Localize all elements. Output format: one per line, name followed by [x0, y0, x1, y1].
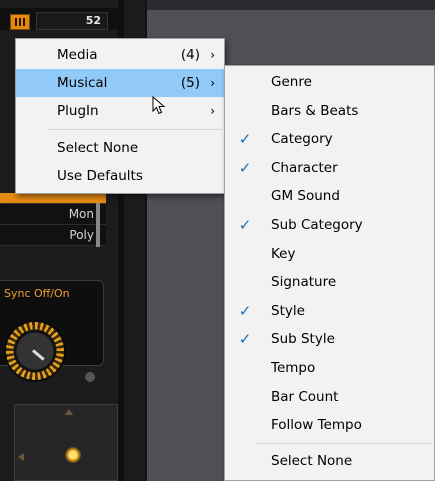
- checkmark-icon: ✓: [238, 130, 252, 149]
- context-menu: Media (4) › Musical (5) › PlugIn › Selec…: [15, 38, 225, 194]
- counter-display: 52: [36, 12, 108, 30]
- sync-label[interactable]: Sync Off/On: [4, 287, 70, 300]
- submenu-item-sub-category[interactable]: ✓ Sub Category: [225, 211, 434, 240]
- submenu-item-label: Tempo: [271, 359, 316, 376]
- led-indicator: [85, 372, 95, 382]
- menu-item-label: Use Defaults: [57, 168, 143, 184]
- menu-bars-icon[interactable]: [10, 14, 30, 30]
- mode-item-poly[interactable]: Poly: [0, 225, 106, 246]
- checkmark-icon: ✓: [238, 215, 252, 234]
- submenu-item-signature[interactable]: Signature: [225, 268, 434, 297]
- submenu-item-character[interactable]: ✓ Character: [225, 154, 434, 183]
- selected-mode-bar: [0, 193, 106, 203]
- submenu-item-label: Style: [271, 302, 305, 319]
- menu-item-musical[interactable]: Musical (5) ›: [16, 69, 224, 97]
- submenu-item-tempo[interactable]: Tempo: [225, 354, 434, 383]
- submenu-item-label: Select None: [271, 452, 353, 469]
- submenu-item-label: Sub Style: [271, 331, 335, 348]
- chevron-right-icon: ›: [210, 48, 215, 62]
- submenu-item-style[interactable]: ✓ Style: [225, 297, 434, 326]
- submenu-item-follow-tempo[interactable]: Follow Tempo: [225, 411, 434, 440]
- mode-item-mono[interactable]: Mon: [0, 204, 106, 225]
- menu-separator: [48, 129, 222, 130]
- submenu-item-key[interactable]: Key: [225, 240, 434, 269]
- submenu-item-label: Character: [271, 159, 338, 176]
- top-bar: [145, 0, 435, 10]
- submenu-item-label: Bar Count: [271, 388, 339, 405]
- xy-pad-handle[interactable]: [65, 447, 81, 463]
- submenu-item-label: GM Sound: [271, 188, 340, 205]
- submenu-item-sub-style[interactable]: ✓ Sub Style: [225, 325, 434, 354]
- mode-list: Mon Poly: [0, 203, 106, 246]
- submenu-item-bars-beats[interactable]: Bars & Beats: [225, 97, 434, 126]
- submenu-item-category[interactable]: ✓ Category: [225, 125, 434, 154]
- arrow-left-icon: [18, 453, 24, 461]
- submenu-item-genre[interactable]: Genre: [225, 68, 434, 97]
- menu-item-count: (4): [180, 47, 200, 63]
- submenu-item-bar-count[interactable]: Bar Count: [225, 383, 434, 412]
- submenu-item-label: Category: [271, 131, 333, 148]
- submenu-item-label: Follow Tempo: [271, 417, 362, 434]
- menu-item-label: Musical: [57, 75, 108, 91]
- menu-item-select-none[interactable]: Select None: [16, 134, 224, 162]
- menu-item-plugin[interactable]: PlugIn ›: [16, 97, 224, 125]
- musical-submenu: Genre Bars & Beats ✓ Category ✓ Character …: [224, 65, 435, 481]
- menu-separator: [257, 442, 432, 444]
- checkmark-icon: ✓: [238, 330, 252, 349]
- menu-item-media[interactable]: Media (4) ›: [16, 41, 224, 69]
- xy-pad[interactable]: [14, 404, 118, 481]
- menu-item-label: PlugIn: [57, 103, 99, 119]
- submenu-item-label: Signature: [271, 274, 337, 291]
- chevron-right-icon: ›: [210, 104, 215, 118]
- menu-item-label: Select None: [57, 140, 139, 156]
- submenu-item-select-none[interactable]: Select None: [225, 447, 434, 476]
- submenu-item-label: Bars & Beats: [271, 102, 359, 119]
- arrow-up-icon: [65, 409, 73, 415]
- submenu-item-label: Sub Category: [271, 216, 363, 233]
- menu-item-label: Media: [57, 47, 98, 63]
- mouse-pointer-icon: [152, 96, 166, 115]
- chevron-right-icon: ›: [210, 76, 215, 90]
- submenu-item-label: Key: [271, 245, 296, 262]
- rotary-knob-icon[interactable]: [6, 322, 64, 380]
- checkmark-icon: ✓: [238, 158, 252, 177]
- checkmark-icon: ✓: [238, 301, 252, 320]
- mode-scrollbar[interactable]: [96, 203, 100, 247]
- menu-item-count: (5): [180, 75, 200, 91]
- menu-item-use-defaults[interactable]: Use Defaults: [16, 162, 224, 190]
- submenu-item-label: Genre: [271, 74, 312, 90]
- submenu-item-gm-sound[interactable]: GM Sound: [225, 182, 434, 211]
